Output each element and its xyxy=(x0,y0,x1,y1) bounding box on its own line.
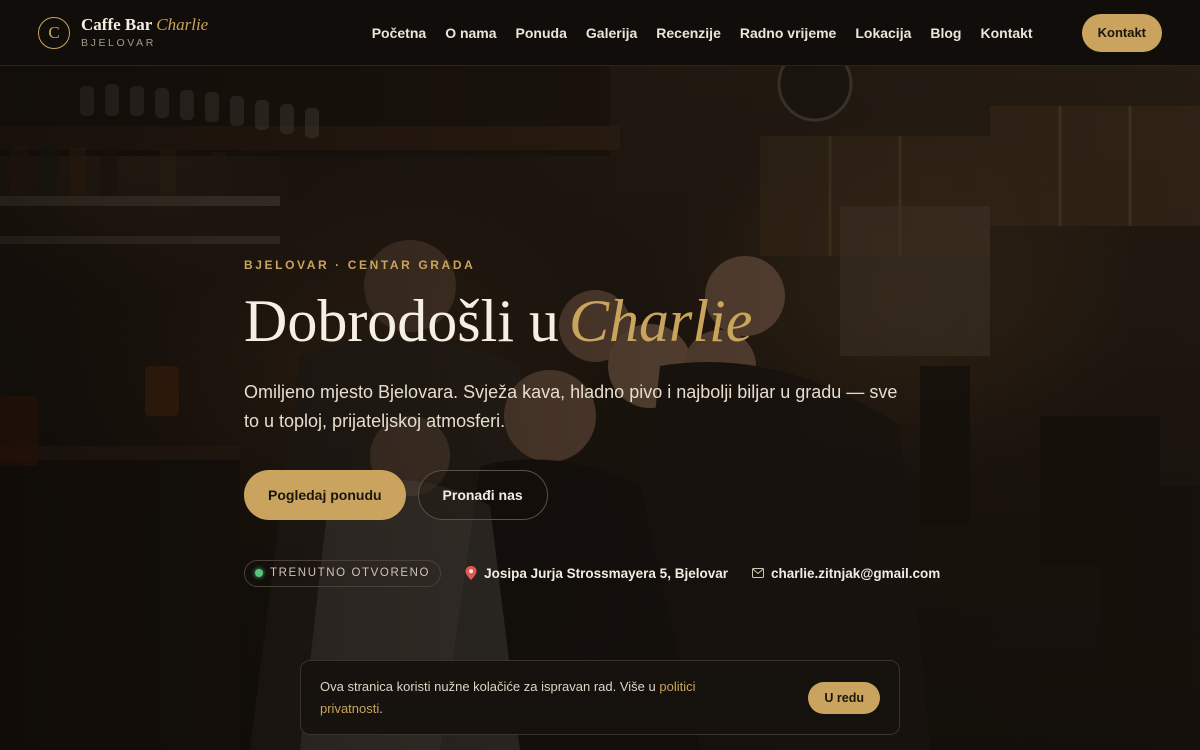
brand-name: Caffe Bar Charlie xyxy=(81,16,208,33)
status-badge: TRENUTNO OTVORENO xyxy=(244,559,442,587)
hero-actions: Pogledaj ponudu Pronađi nas xyxy=(244,469,944,520)
hero-title-main: Dobrodošli u xyxy=(244,288,559,354)
hero-section: BJELOVAR · CENTAR GRADA Dobrodošli u Char… xyxy=(0,66,1200,750)
brand-mark-icon: C xyxy=(38,16,70,49)
contact-button[interactable]: Kontakt xyxy=(1081,13,1162,52)
cookie-banner: Ova stranica koristi nužne kolačiće za i… xyxy=(300,660,900,735)
mail-icon xyxy=(751,568,764,579)
cookie-text: Ova stranica koristi nužne kolačiće za i… xyxy=(320,676,760,719)
status-text: TRENUTNO OTVORENO xyxy=(270,567,431,580)
hero-eyebrow: BJELOVAR · CENTAR GRADA xyxy=(244,258,476,272)
nav-item-ponuda[interactable]: Ponuda xyxy=(516,25,567,41)
view-menu-button[interactable]: Pogledaj ponudu xyxy=(244,469,406,520)
cookie-message: Ova stranica koristi nužne kolačiće za i… xyxy=(320,679,660,695)
address-text: Josipa Jurja Strossmayera 5, Bjelovar xyxy=(484,565,728,581)
pin-icon xyxy=(465,566,477,581)
hero-title: Dobrodošli u Charlie xyxy=(244,288,944,354)
email[interactable]: charlie.zitnjak@gmail.com xyxy=(751,565,941,581)
brand-logo[interactable]: C Caffe Bar Charlie BJELOVAR xyxy=(38,16,208,49)
hero-title-accent: Charlie xyxy=(569,288,753,354)
hero-meta: TRENUTNO OTVORENO Josipa Jurja Strossmay… xyxy=(244,559,944,587)
nav-item-o-nama[interactable]: O nama xyxy=(445,25,496,41)
cookie-suffix: . xyxy=(379,700,383,716)
address[interactable]: Josipa Jurja Strossmayera 5, Bjelovar xyxy=(465,566,728,581)
nav-item-kontakt[interactable]: Kontakt xyxy=(980,25,1032,41)
nav-item-pocetna[interactable]: Početna xyxy=(372,25,426,41)
find-us-button[interactable]: Pronađi nas xyxy=(417,469,548,520)
email-text: charlie.zitnjak@gmail.com xyxy=(770,565,941,581)
brand-name-main: Caffe Bar xyxy=(81,15,153,35)
nav-item-lokacija[interactable]: Lokacija xyxy=(855,25,911,41)
brand-name-accent: Charlie xyxy=(156,15,209,35)
cookie-accept-button[interactable]: U redu xyxy=(808,681,880,714)
status-dot-icon xyxy=(255,569,263,578)
nav-item-blog[interactable]: Blog xyxy=(930,25,961,41)
main-nav: Početna O nama Ponuda Galerija Recenzije… xyxy=(372,13,1162,52)
nav-item-recenzije[interactable]: Recenzije xyxy=(656,25,721,41)
brand-city: BJELOVAR xyxy=(81,37,156,50)
nav-item-galerija[interactable]: Galerija xyxy=(586,25,637,41)
hero-content: BJELOVAR · CENTAR GRADA Dobrodošli u Char… xyxy=(244,258,944,587)
nav-item-radno-vrijeme[interactable]: Radno vrijeme xyxy=(740,25,836,41)
site-header: C Caffe Bar Charlie BJELOVAR Početna O na… xyxy=(0,0,1200,66)
hero-lead: Omiljeno mjesto Bjelovara. Svježa kava, … xyxy=(244,382,898,431)
brand-text: Caffe Bar Charlie BJELOVAR xyxy=(81,16,208,49)
